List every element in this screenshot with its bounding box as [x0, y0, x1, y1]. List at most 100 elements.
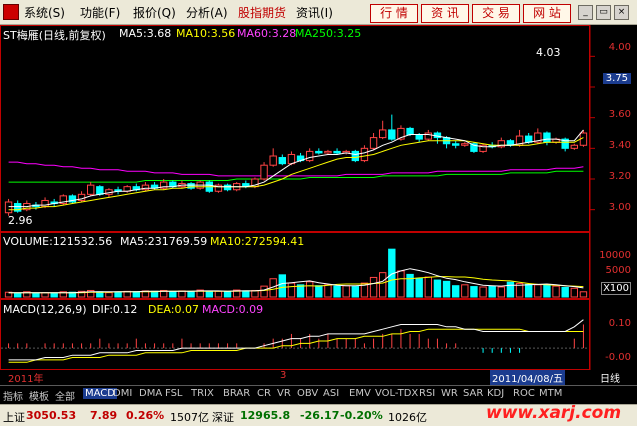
- menu-index-futures[interactable]: 股指期货: [238, 4, 286, 21]
- sh-index-value: 3050.53: [26, 409, 77, 422]
- y-tick-label: 3.00: [608, 202, 631, 213]
- tab-fsl[interactable]: FSL: [165, 388, 183, 399]
- tab-brar[interactable]: BRAR: [223, 388, 250, 399]
- candle-body: [305, 150, 314, 162]
- y-tick-label: 3.60: [608, 109, 631, 120]
- sz-index-change: -26.17: [300, 409, 340, 422]
- tab-trix[interactable]: TRIX: [191, 388, 214, 399]
- tab-cr[interactable]: CR: [257, 388, 271, 399]
- volume-bar: [187, 290, 195, 298]
- volume-bar: [479, 286, 487, 298]
- ma60-line: [8, 161, 584, 177]
- y-tick-label: 4.00: [608, 42, 631, 53]
- time-axis-year: 2011年: [8, 374, 44, 385]
- ma250-label: MA250:3.25: [295, 27, 362, 40]
- sh-index-name: 上证: [3, 411, 25, 424]
- candle-body: [406, 127, 414, 136]
- toolbar-website-button[interactable]: 网 站: [523, 4, 571, 23]
- high-price-marker: 4.03: [536, 46, 561, 59]
- tab-roc[interactable]: ROC: [513, 388, 535, 399]
- tab-vol-tdx[interactable]: VOL-TDX: [375, 388, 418, 399]
- app-logo-icon[interactable]: [3, 4, 19, 20]
- candle-body: [424, 132, 433, 140]
- candle-body: [543, 132, 551, 143]
- sh-index-percent: 0.26%: [126, 409, 165, 422]
- tab-mtm[interactable]: MTM: [539, 388, 562, 399]
- volume-ma10-label: MA10:272594.41: [210, 235, 305, 248]
- sz-index-percent: -0.20%: [340, 409, 383, 422]
- toolbar-market-button[interactable]: 行 情: [370, 4, 418, 23]
- volume-unit-label: X100: [601, 282, 631, 295]
- candle-body: [369, 137, 378, 149]
- volume-bar: [570, 287, 579, 298]
- y-tick-label: 3.40: [608, 140, 631, 151]
- volume-bar: [461, 284, 469, 298]
- candle-body: [378, 129, 387, 139]
- candle-body: [41, 199, 49, 208]
- macd-panel-frame: [0, 299, 590, 370]
- minimize-button[interactable]: _: [578, 5, 593, 20]
- volume-bar: [351, 286, 360, 298]
- toolbar-trade-button[interactable]: 交 易: [472, 4, 520, 23]
- volume-bar: [278, 274, 287, 298]
- candle-body: [388, 129, 396, 140]
- menu-system[interactable]: 系统(S): [24, 4, 65, 21]
- volume-bar: [552, 285, 560, 298]
- tab-dma[interactable]: DMA: [139, 388, 162, 399]
- tab-dmi[interactable]: DMI: [113, 388, 132, 399]
- macd-dea-line: [8, 328, 584, 363]
- tab-emv[interactable]: EMV: [349, 388, 371, 399]
- candle-body: [223, 184, 232, 191]
- stock-chart[interactable]: [0, 25, 637, 370]
- volume-tick-label: 10000: [599, 250, 631, 261]
- volume-bar: [424, 276, 433, 298]
- candle-body: [96, 186, 104, 195]
- menu-function[interactable]: 功能(F): [80, 4, 120, 21]
- candle-body: [315, 150, 323, 154]
- volume-bar: [415, 277, 423, 298]
- low-price-marker: 2.96: [8, 214, 33, 227]
- volume-tick-label: 5000: [605, 265, 631, 276]
- candle-body: [360, 147, 369, 162]
- menu-analysis[interactable]: 分析(A): [186, 4, 228, 21]
- volume-bar: [178, 290, 186, 298]
- menu-news[interactable]: 资讯(I): [296, 4, 333, 21]
- tab-vr[interactable]: VR: [277, 388, 291, 399]
- volume-bar: [114, 291, 122, 298]
- volume-bar: [406, 273, 414, 298]
- candle-body: [269, 155, 277, 166]
- tab-asi[interactable]: ASI: [323, 388, 339, 399]
- macd-dea-label: DEA:0.07: [148, 303, 199, 316]
- volume-bar: [214, 290, 223, 298]
- candle-body: [461, 143, 469, 146]
- tab-indicator[interactable]: 指标: [3, 388, 23, 403]
- candle-body: [278, 157, 287, 165]
- volume-bar: [342, 285, 350, 298]
- tab-macd[interactable]: MACD: [83, 388, 117, 399]
- volume-bar: [534, 284, 542, 298]
- ma5-label: MA5:3.68: [119, 27, 172, 40]
- tab-obv[interactable]: OBV: [297, 388, 318, 399]
- period-label[interactable]: 日线: [600, 370, 620, 385]
- tab-template[interactable]: 模板: [29, 388, 49, 403]
- tab-sar[interactable]: SAR: [463, 388, 483, 399]
- volume-bar: [497, 286, 506, 298]
- sz-amount: 1026亿: [388, 411, 427, 424]
- menu-quote[interactable]: 报价(Q): [133, 4, 176, 21]
- candle-body: [287, 153, 296, 165]
- toolbar-news-button[interactable]: 资 讯: [421, 4, 469, 23]
- watermark-logo: www.xarj.com: [486, 403, 622, 423]
- close-button[interactable]: ×: [614, 5, 629, 20]
- volume-bar: [315, 285, 323, 298]
- tab-wr[interactable]: WR: [441, 388, 458, 399]
- candle-body: [4, 201, 13, 214]
- chart-area[interactable]: ST梅雁(日线,前复权) MA5:3.68 MA10:3.56 MA60:3.2…: [0, 25, 637, 385]
- volume-bar: [378, 272, 387, 298]
- volume-bar: [305, 281, 314, 298]
- restore-button[interactable]: ▭: [596, 5, 611, 20]
- tab-kdj[interactable]: KDJ: [487, 388, 504, 399]
- tab-all[interactable]: 全部: [55, 388, 75, 403]
- volume-bar: [287, 282, 296, 298]
- tab-rsi[interactable]: RSI: [419, 388, 435, 399]
- ma10-line: [8, 137, 584, 211]
